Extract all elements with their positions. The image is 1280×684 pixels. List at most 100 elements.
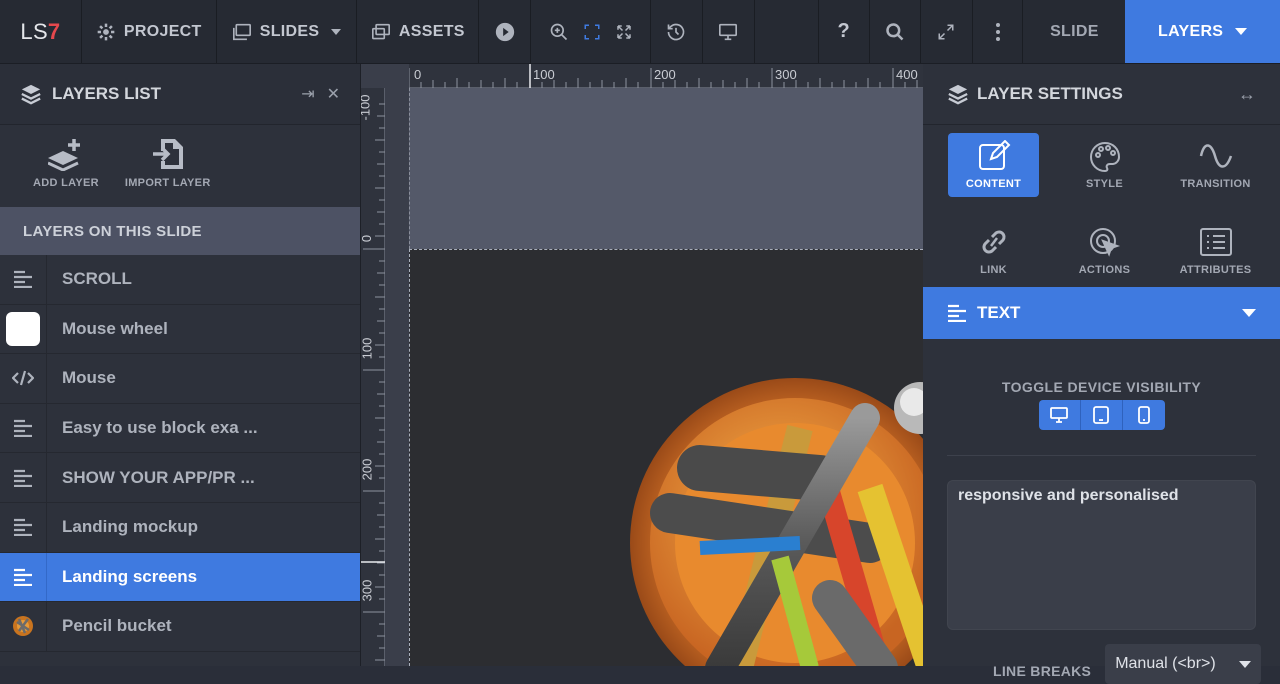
- layer-settings-panel: LAYER SETTINGS ↔ CONTENT STYLE TRANSITIO…: [923, 64, 1280, 684]
- add-layer-button[interactable]: ADD LAYER: [33, 137, 99, 207]
- ruler-label: 0: [361, 235, 374, 242]
- layers-tab[interactable]: LAYERS: [1125, 0, 1280, 63]
- line-breaks-select[interactable]: Manual (<br>): [1105, 644, 1262, 684]
- cursor-click-icon: [1089, 227, 1120, 257]
- history-icon: [668, 23, 685, 40]
- ruler-label: 100: [361, 337, 375, 360]
- wave-icon: [1199, 144, 1232, 168]
- import-file-icon: [152, 139, 183, 169]
- fullscreen-button[interactable]: [921, 0, 973, 63]
- tab-label: TRANSITION: [1180, 178, 1251, 190]
- link-icon: [982, 230, 1005, 253]
- expand-arrows-icon[interactable]: [615, 23, 633, 41]
- app-logo[interactable]: LS 7: [0, 0, 82, 63]
- settings-tabs: CONTENT STYLE TRANSITION LINK ACTIONS AT…: [923, 125, 1280, 287]
- editor-canvas[interactable]: 0 100 200 300 400 -100 0 100 200 300: [361, 64, 923, 666]
- device-visibility: TOGGLE DEVICE VISIBILITY: [923, 339, 1280, 430]
- shape-thumbnail: [6, 311, 40, 346]
- pencil-bucket-image[interactable]: [630, 368, 923, 666]
- tablet-toggle[interactable]: [1081, 400, 1123, 430]
- phone-toggle[interactable]: [1123, 400, 1165, 430]
- canvas-margin-area[interactable]: [409, 88, 923, 249]
- device-preview-button[interactable]: [703, 0, 755, 63]
- layer-item-active[interactable]: Landing screens: [0, 552, 360, 603]
- slide-stage[interactable]: [409, 249, 923, 666]
- edit-icon: [978, 140, 1010, 170]
- tab-label: ATTRIBUTES: [1179, 263, 1252, 276]
- close-icon[interactable]: ✕: [327, 84, 340, 104]
- text-align-icon: [948, 304, 966, 322]
- tab-transition[interactable]: TRANSITION: [1170, 133, 1261, 197]
- top-toolbar: LS 7 PROJECT SLIDES ASSETS ? SLIDE LAYER…: [0, 0, 1280, 64]
- tablet-icon: [1093, 406, 1109, 424]
- layer-item[interactable]: Easy to use block exa ...: [0, 403, 360, 454]
- zoom-in-icon[interactable]: [549, 22, 569, 42]
- tab-label: LINK: [980, 263, 1007, 276]
- layer-name: SCROLL: [62, 269, 132, 289]
- tab-attributes[interactable]: ATTRIBUTES: [1170, 219, 1261, 283]
- collapse-panel-icon[interactable]: ⇥: [301, 84, 314, 104]
- slide-tab[interactable]: SLIDE: [1023, 0, 1125, 63]
- phone-icon: [1137, 406, 1150, 424]
- layers-section-header: LAYERS ON THIS SLIDE: [0, 207, 360, 255]
- logo-number: 7: [47, 18, 61, 44]
- horizontal-ruler[interactable]: 0 100 200 300 400: [409, 64, 923, 88]
- layer-item[interactable]: Pencil bucket: [0, 602, 360, 652]
- tab-actions[interactable]: ACTIONS: [1059, 219, 1150, 283]
- logo-text: LS: [20, 18, 48, 44]
- ruler-label: 400: [896, 67, 918, 82]
- resize-horizontal-icon[interactable]: ↔: [1238, 84, 1256, 105]
- search-icon: [885, 22, 904, 40]
- layers-list-header: LAYERS LIST ⇥ ✕: [0, 64, 360, 125]
- tab-style[interactable]: STYLE: [1059, 133, 1150, 197]
- preview-button[interactable]: [479, 0, 532, 63]
- palette-icon: [1089, 141, 1120, 172]
- tab-content[interactable]: CONTENT: [948, 133, 1039, 197]
- project-button[interactable]: PROJECT: [82, 0, 217, 63]
- slides-button[interactable]: SLIDES: [217, 0, 358, 63]
- assets-label: ASSETS: [398, 22, 465, 40]
- device-visibility-label: TOGGLE DEVICE VISIBILITY: [1001, 379, 1202, 395]
- chevron-down-icon: [331, 28, 342, 35]
- more-options-button[interactable]: [973, 0, 1024, 63]
- import-layer-button[interactable]: IMPORT LAYER: [125, 137, 211, 207]
- layer-item[interactable]: SHOW YOUR APP/PR ...: [0, 453, 360, 503]
- text-align-icon: [14, 271, 32, 289]
- monitor-icon: [719, 23, 738, 40]
- chevron-down-icon: [1239, 660, 1252, 668]
- tab-label: CONTENT: [965, 178, 1022, 190]
- layer-type-selector[interactable]: TEXT: [923, 287, 1280, 339]
- fit-screen-icon[interactable]: [583, 23, 601, 41]
- layer-item[interactable]: Landing mockup: [0, 502, 360, 553]
- zoom-controls: [531, 0, 652, 63]
- layer-item[interactable]: SCROLL: [0, 255, 360, 305]
- desktop-toggle[interactable]: [1039, 400, 1081, 430]
- tab-link[interactable]: LINK: [948, 219, 1039, 283]
- ruler-label: 300: [361, 579, 375, 602]
- help-button[interactable]: ?: [819, 0, 870, 63]
- code-icon: [12, 371, 34, 386]
- layer-name: SHOW YOUR APP/PR ...: [62, 467, 255, 487]
- layer-name: Mouse: [62, 368, 116, 388]
- search-button[interactable]: [870, 0, 921, 63]
- assets-icon: [371, 23, 390, 39]
- ruler-label: 200: [361, 458, 375, 481]
- vertical-ruler[interactable]: -100 0 100 200 300: [361, 88, 385, 666]
- layer-tools: ADD LAYER IMPORT LAYER: [0, 125, 360, 207]
- history-button[interactable]: [651, 0, 703, 63]
- toolbar-spacer: [755, 0, 819, 63]
- list-box-icon: [1199, 227, 1232, 256]
- layers-tab-label: LAYERS: [1158, 22, 1224, 40]
- text-align-icon: [14, 519, 32, 537]
- device-toggle-group: [1038, 400, 1165, 430]
- guide-line: [409, 88, 410, 249]
- layer-item[interactable]: Mouse wheel: [0, 304, 360, 355]
- ruler-label: 300: [775, 67, 797, 82]
- layer-item[interactable]: Mouse: [0, 354, 360, 404]
- chevron-down-icon: [1235, 28, 1248, 35]
- chevron-down-icon: [1242, 309, 1256, 317]
- add-layer-label: ADD LAYER: [33, 177, 99, 189]
- layer-text-input[interactable]: responsive and personalised: [947, 480, 1256, 630]
- assets-button[interactable]: ASSETS: [357, 0, 480, 63]
- layers-icon: [948, 84, 968, 105]
